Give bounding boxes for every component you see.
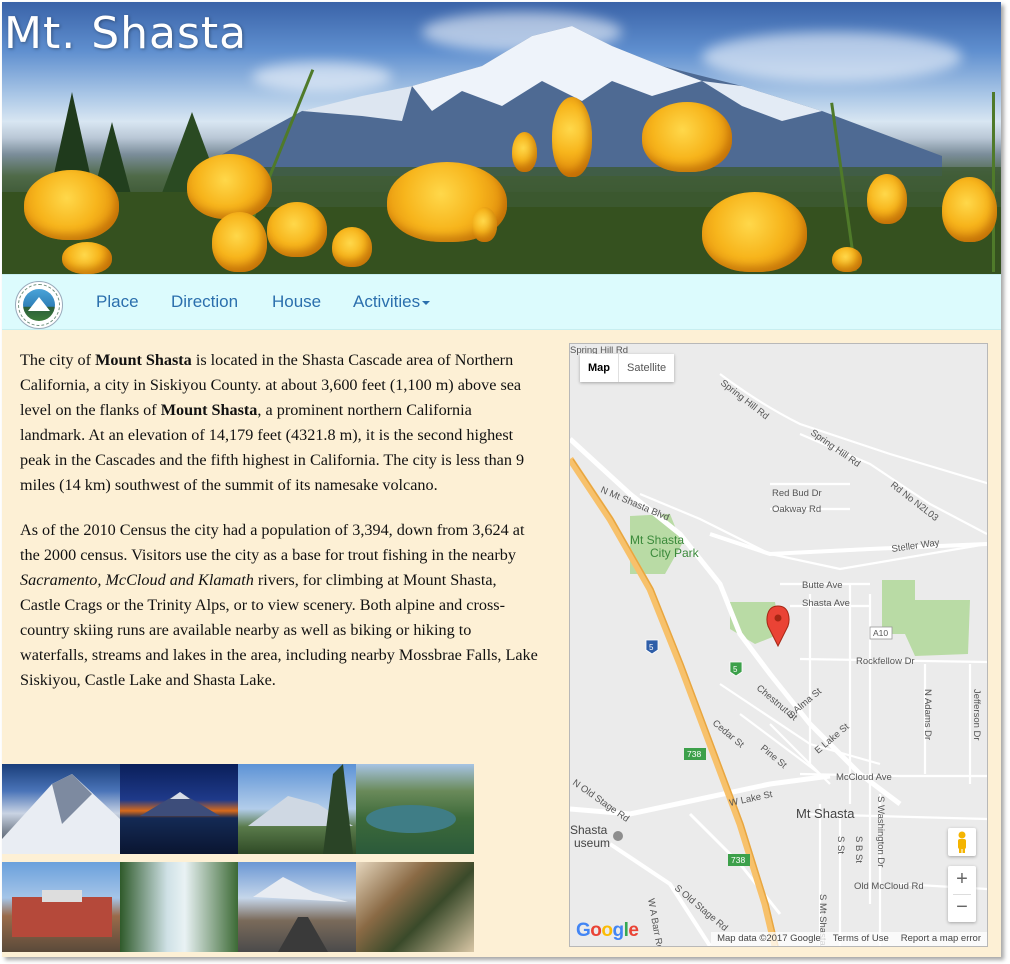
park-label: Mt Shasta: [630, 533, 684, 547]
photo-thumbnail-town-street[interactable]: [238, 862, 356, 952]
street-label: S Washington Dr: [875, 796, 886, 867]
map-type-map-button[interactable]: Map: [580, 354, 618, 382]
city-seal-logo[interactable]: [15, 281, 63, 329]
report-map-error-link[interactable]: Report a map error: [901, 932, 981, 946]
photo-thumbnail-shopping-center[interactable]: [2, 862, 120, 952]
bold-text: Mount Shasta: [160, 401, 258, 419]
photo-thumbnail-forest-mountain[interactable]: [238, 764, 356, 854]
street-label: Jefferson Dr: [971, 689, 982, 741]
map-type-control: Map Satellite: [580, 354, 675, 382]
map-data-attribution: Map data ©2017 Google: [717, 933, 821, 944]
caret-down-icon: [422, 300, 431, 305]
map-type-satellite-button[interactable]: Satellite: [618, 354, 674, 382]
street-label: Shasta Ave: [802, 598, 850, 609]
paragraph-intro: The city of Mount Shasta is located in t…: [20, 348, 540, 498]
route-shield-label: 738: [731, 855, 745, 865]
street-view-pegman-icon[interactable]: [948, 828, 976, 856]
google-logo[interactable]: Google: [576, 920, 639, 942]
route-shield-label: 738: [687, 749, 701, 759]
street-label: Butte Ave: [802, 580, 843, 591]
museum-icon: [613, 831, 623, 841]
page-frame: Mt. Shasta Place Direction House Activit…: [2, 2, 1001, 957]
town-label: Mt Shasta: [796, 806, 855, 821]
photo-thumbnail-snowy-peak[interactable]: [2, 764, 120, 854]
zoom-in-button[interactable]: +: [948, 866, 976, 894]
photo-thumbnail-lake[interactable]: [356, 764, 474, 854]
nav-activities-dropdown[interactable]: Activities: [353, 292, 431, 312]
route-shield-label: 5: [649, 643, 654, 652]
bold-text: Mount Shasta: [95, 351, 192, 369]
street-label: N Adams Dr: [922, 689, 933, 740]
street-label: Old McCloud Rd: [854, 881, 924, 892]
zoom-control: + −: [948, 866, 976, 922]
terms-of-use-link[interactable]: Terms of Use: [833, 932, 889, 946]
map-canvas[interactable]: Spring Hill Rd Spring Hill Rd Spring Hil…: [570, 344, 987, 946]
map-footer: Map data ©2017 Google Terms of Use Repor…: [711, 932, 987, 946]
nav-house[interactable]: House: [272, 292, 321, 312]
banner-image: Mt. Shasta: [2, 2, 1001, 274]
street-label: S B St: [853, 836, 864, 863]
italic-text: Sacramento, McCloud and Klamath: [20, 571, 254, 589]
photo-thumbnail-rocky-stream[interactable]: [356, 862, 474, 952]
street-label: S St: [835, 836, 846, 854]
text-segment: As of the 2010 Census the city had a pop…: [20, 521, 525, 564]
street-label: Oakway Rd: [772, 504, 821, 515]
nav-direction[interactable]: Direction: [171, 292, 238, 312]
text-segment: The city of: [20, 351, 96, 369]
route-shield-label: A10: [873, 628, 888, 638]
poi-label: Shasta: [570, 823, 608, 837]
paragraph-census: As of the 2010 Census the city had a pop…: [20, 518, 540, 693]
photo-thumbnail-night-lake[interactable]: [120, 764, 238, 854]
zoom-out-button[interactable]: −: [948, 894, 976, 922]
street-label: Red Bud Dr: [772, 488, 822, 499]
article-content: The city of Mount Shasta is located in t…: [20, 348, 540, 713]
site-title: Mt. Shasta: [4, 8, 248, 59]
poi-label: useum: [574, 836, 610, 850]
nav-place[interactable]: Place: [96, 292, 139, 312]
street-label: Rockfellow Dr: [856, 656, 915, 667]
street-label: McCloud Ave: [836, 772, 892, 783]
navbar: Place Direction House Activities: [2, 274, 1001, 330]
route-shield-label: 5: [733, 665, 738, 674]
nav-activities-label: Activities: [353, 292, 421, 311]
park-label: City Park: [650, 546, 700, 560]
photo-thumbnail-waterfall[interactable]: [120, 862, 238, 952]
google-map[interactable]: Spring Hill Rd Spring Hill Rd Spring Hil…: [569, 343, 988, 947]
